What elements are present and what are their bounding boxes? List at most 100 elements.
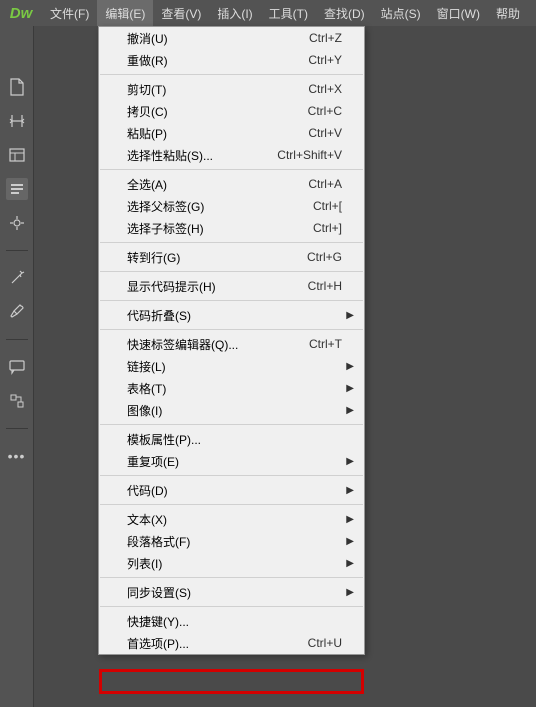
menu-separator (100, 169, 363, 170)
menu-shortcut: Ctrl+Y (308, 53, 342, 67)
menu-item-s[interactable]: 同步设置(S) ▶ (99, 581, 364, 603)
menu-item-label: 代码折叠(S) (127, 307, 191, 324)
submenu-arrow-icon: ▶ (346, 587, 354, 598)
menu-item-label: 链接(L) (127, 358, 166, 375)
menu-shortcut: Ctrl+H (308, 279, 342, 293)
menu-0[interactable]: 文件(F) (42, 0, 97, 26)
menu-item-f[interactable]: 段落格式(F)▶ (99, 530, 364, 552)
menu-item-label: 首选项(P)... (127, 635, 189, 652)
brush-icon[interactable] (6, 301, 28, 323)
menu-shortcut: Ctrl+U (308, 636, 342, 650)
menu-separator (100, 242, 363, 243)
menu-shortcut: Ctrl+V (308, 126, 342, 140)
menu-shortcut: Ctrl+X (308, 82, 342, 96)
menu-shortcut: Ctrl+Shift+V (277, 148, 342, 162)
menu-separator (100, 504, 363, 505)
menu-separator (100, 606, 363, 607)
menu-item-h[interactable]: 显示代码提示(H) Ctrl+H (99, 275, 364, 297)
split-icon[interactable] (6, 110, 28, 132)
file-icon[interactable] (6, 76, 28, 98)
menu-item-label: 重做(R) (127, 52, 168, 69)
target-icon[interactable] (6, 212, 28, 234)
menu-5[interactable]: 查找(D) (316, 0, 373, 26)
menu-shortcut: Ctrl+T (309, 337, 342, 351)
menu-6[interactable]: 站点(S) (373, 0, 429, 26)
menu-item-p[interactable]: 首选项(P)... Ctrl+U (99, 632, 364, 654)
menubar: Dw 文件(F)编辑(E)查看(V)插入(I)工具(T)查找(D)站点(S)窗口… (0, 0, 536, 26)
menu-separator (100, 577, 363, 578)
menu-item-t[interactable]: 剪切(T) Ctrl+X (99, 78, 364, 100)
menu-separator (100, 74, 363, 75)
menu-item-u[interactable]: 撤消(U)Ctrl+Z (99, 27, 364, 49)
menu-item-s[interactable]: 选择性粘贴(S)...Ctrl+Shift+V (99, 144, 364, 166)
menu-item-label: 快捷键(Y)... (127, 613, 189, 630)
comment-icon[interactable] (6, 356, 28, 378)
menu-item-label: 文本(X) (127, 511, 167, 528)
menu-item-label: 选择子标签(H) (127, 220, 204, 237)
menu-item-label: 代码(D) (127, 482, 168, 499)
menu-item-i[interactable]: 列表(I) ▶ (99, 552, 364, 574)
menu-item-c[interactable]: 拷贝(C)Ctrl+C (99, 100, 364, 122)
menu-item-label: 拷贝(C) (127, 103, 168, 120)
toolbar-separator (6, 339, 28, 340)
menu-item-label: 显示代码提示(H) (127, 278, 216, 295)
menu-item-p[interactable]: 粘贴(P) Ctrl+V (99, 122, 364, 144)
menu-item-d[interactable]: 代码(D)▶ (99, 479, 364, 501)
submenu-arrow-icon: ▶ (346, 514, 354, 525)
submenu-arrow-icon: ▶ (346, 310, 354, 321)
menu-item-g[interactable]: 选择父标签(G)Ctrl+[ (99, 195, 364, 217)
menu-item-q[interactable]: 快速标签编辑器(Q)...Ctrl+T (99, 333, 364, 355)
menu-7[interactable]: 窗口(W) (429, 0, 488, 26)
menu-item-label: 列表(I) (127, 555, 162, 572)
submenu-arrow-icon: ▶ (346, 456, 354, 467)
lines-icon[interactable] (6, 178, 28, 200)
menu-shortcut: Ctrl+[ (313, 199, 342, 213)
menu-item-label: 撤消(U) (127, 30, 168, 47)
manage-icon[interactable] (6, 144, 28, 166)
menu-item-e[interactable]: 重复项(E) ▶ (99, 450, 364, 472)
menu-8[interactable]: 帮助 (488, 0, 528, 26)
wrap-icon[interactable] (6, 390, 28, 412)
submenu-arrow-icon: ▶ (346, 536, 354, 547)
toolbar-separator (6, 250, 28, 251)
menu-item-label: 模板属性(P)... (127, 431, 201, 448)
edit-menu-dropdown: 撤消(U)Ctrl+Z重做(R)Ctrl+Y剪切(T)Ctrl+X拷贝(C)Ct… (98, 26, 365, 655)
menu-1[interactable]: 编辑(E) (97, 0, 153, 26)
menu-item-label: 粘贴(P) (127, 125, 167, 142)
menu-item-a[interactable]: 全选(A)Ctrl+A (99, 173, 364, 195)
app-logo: Dw (0, 0, 42, 26)
menu-item-t[interactable]: 表格(T) ▶ (99, 377, 364, 399)
menu-item-label: 表格(T) (127, 380, 166, 397)
toolbar-separator (6, 428, 28, 429)
menu-separator (100, 329, 363, 330)
menu-shortcut: Ctrl+A (308, 177, 342, 191)
menu-item-l[interactable]: 链接(L) ▶ (99, 355, 364, 377)
menu-4[interactable]: 工具(T) (261, 0, 316, 26)
submenu-arrow-icon: ▶ (346, 558, 354, 569)
menu-separator (100, 424, 363, 425)
menu-shortcut: Ctrl+G (307, 250, 342, 264)
menu-item-x[interactable]: 文本(X) ▶ (99, 508, 364, 530)
menu-item-label: 同步设置(S) (127, 584, 191, 601)
submenu-arrow-icon: ▶ (346, 361, 354, 372)
menu-item-label: 重复项(E) (127, 453, 179, 470)
menu-2[interactable]: 查看(V) (153, 0, 209, 26)
wand-icon[interactable] (6, 267, 28, 289)
left-toolbar: ••• (0, 26, 34, 707)
menu-item-h[interactable]: 选择子标签(H)Ctrl+] (99, 217, 364, 239)
menu-item-s[interactable]: 代码折叠(S) ▶ (99, 304, 364, 326)
menu-item-label: 转到行(G) (127, 249, 180, 266)
menu-3[interactable]: 插入(I) (209, 0, 260, 26)
menu-item-r[interactable]: 重做(R) Ctrl+Y (99, 49, 364, 71)
menu-item-y[interactable]: 快捷键(Y)... (99, 610, 364, 632)
menu-item-g[interactable]: 转到行(G) Ctrl+G (99, 246, 364, 268)
menu-item-i[interactable]: 图像(I) ▶ (99, 399, 364, 421)
menu-item-p[interactable]: 模板属性(P)... (99, 428, 364, 450)
submenu-arrow-icon: ▶ (346, 383, 354, 394)
more-icon[interactable]: ••• (6, 445, 28, 467)
submenu-arrow-icon: ▶ (346, 405, 354, 416)
menu-item-label: 图像(I) (127, 402, 162, 419)
menu-separator (100, 475, 363, 476)
menu-separator (100, 300, 363, 301)
menu-item-label: 剪切(T) (127, 81, 166, 98)
